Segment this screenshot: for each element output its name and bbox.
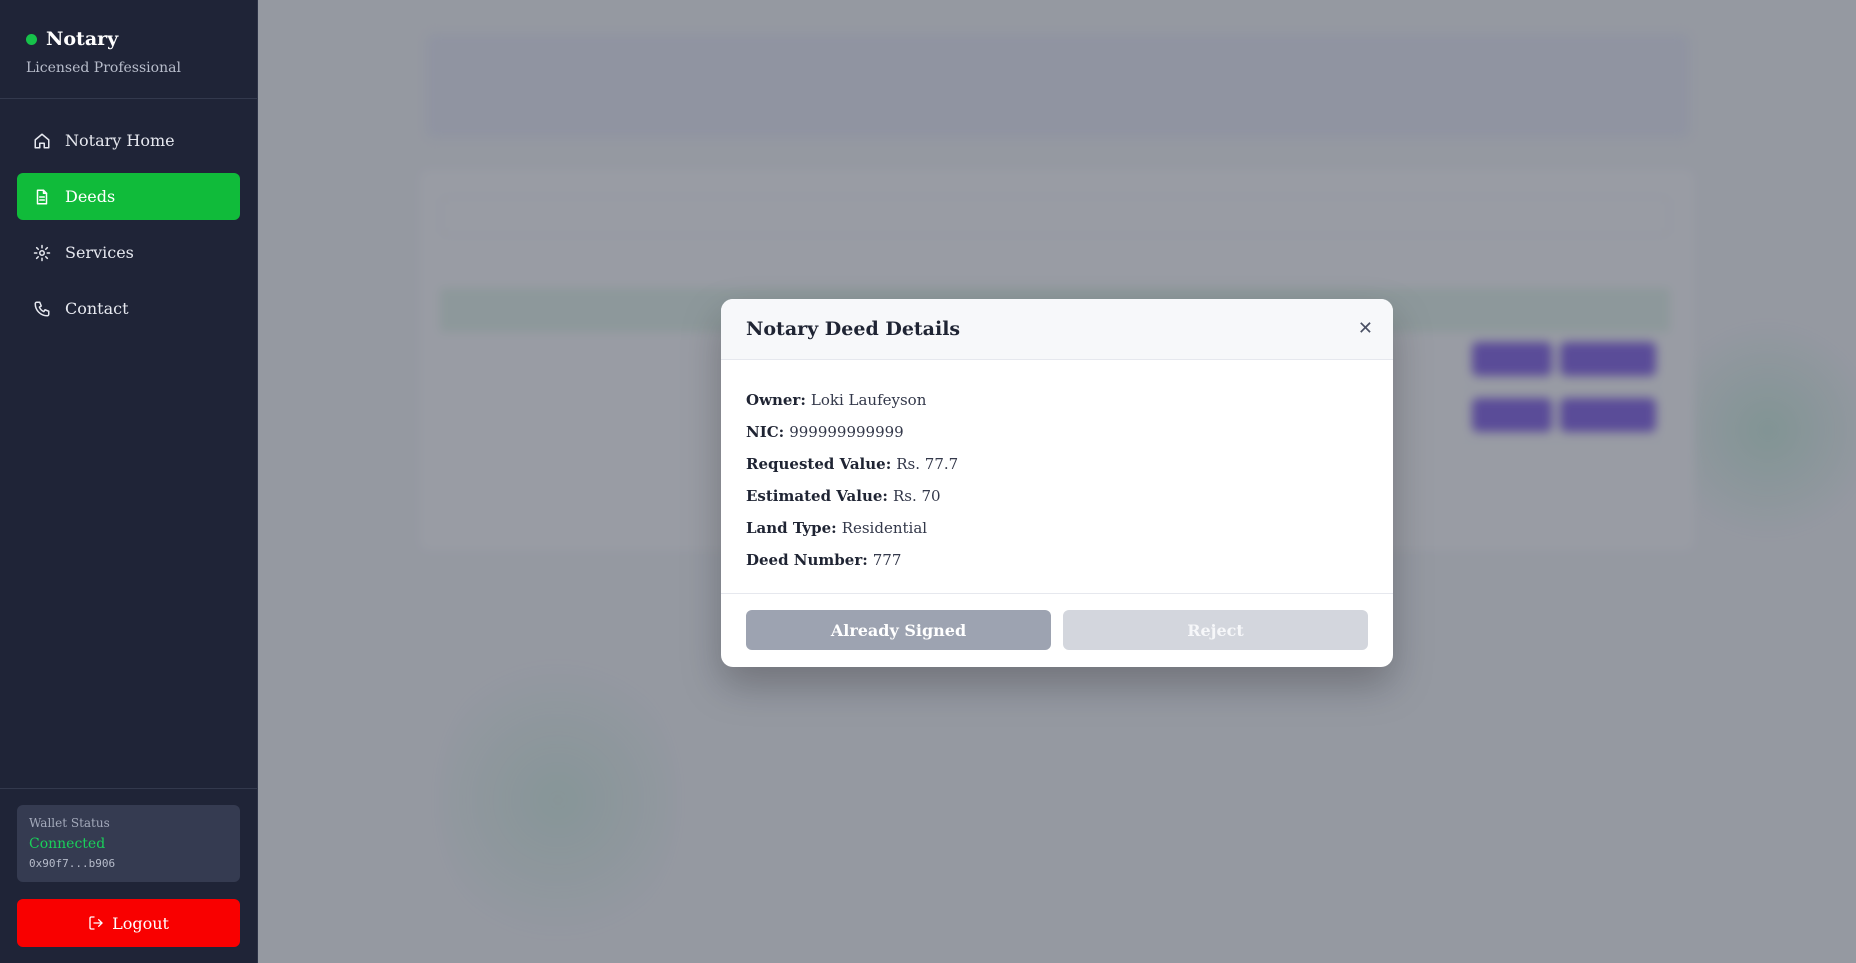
wallet-connection-status: Connected: [29, 836, 106, 852]
field-label: Deed Number:: [746, 551, 868, 569]
close-icon[interactable]: ✕: [1358, 320, 1373, 338]
home-icon: [34, 133, 50, 148]
field-value: 999999999999: [789, 423, 904, 441]
requested-value-field: Requested Value: Rs. 77.7: [746, 448, 1368, 480]
field-label: Owner:: [746, 391, 806, 409]
phone-icon: [34, 301, 50, 316]
sidebar-item-deeds[interactable]: Deeds: [17, 173, 240, 220]
field-value: Loki Laufeyson: [810, 391, 927, 409]
brand-subtitle: Licensed Professional: [26, 60, 181, 76]
sidebar-item-label: Deeds: [65, 187, 116, 206]
gear-icon: [33, 244, 51, 261]
field-value: Rs. 70: [892, 487, 941, 505]
reject-button[interactable]: Reject: [1063, 610, 1368, 650]
sidebar-item-label: Notary Home: [65, 131, 175, 150]
brand: Notary Licensed Professional: [0, 0, 257, 99]
land-type-field: Land Type: Residential: [746, 512, 1368, 544]
sidebar-item-label: Contact: [65, 299, 129, 318]
modal-header: Notary Deed Details ✕: [721, 299, 1393, 360]
field-value: Rs. 77.7: [896, 455, 959, 473]
online-status-dot: [26, 33, 37, 45]
sidebar: Notary Licensed Professional Notary Home…: [0, 0, 258, 963]
owner-field: Owner: Loki Laufeyson: [746, 384, 1368, 416]
field-label: NIC:: [746, 423, 785, 441]
estimated-value-field: Estimated Value: Rs. 70: [746, 480, 1368, 512]
deed-number-field: Deed Number: 777: [746, 544, 1368, 576]
brand-name: Notary: [46, 28, 119, 50]
field-value: Residential: [841, 519, 928, 537]
sidebar-item-notary-home[interactable]: Notary Home: [17, 117, 240, 164]
logout-button[interactable]: Logout: [17, 899, 240, 947]
document-icon: [36, 189, 48, 204]
logout-icon: [89, 916, 103, 930]
sidebar-nav: Notary Home Deeds Services Contact: [0, 99, 257, 332]
already-signed-button[interactable]: Already Signed: [746, 610, 1051, 650]
sidebar-item-contact[interactable]: Contact: [17, 285, 240, 332]
wallet-address: 0x90f7...b906: [29, 857, 116, 870]
field-label: Land Type:: [746, 519, 837, 537]
sidebar-footer: Wallet Status Connected 0x90f7...b906 Lo…: [0, 788, 257, 963]
field-value: 777: [872, 551, 902, 569]
field-label: Requested Value:: [746, 455, 892, 473]
nic-field: NIC: 999999999999: [746, 416, 1368, 448]
logout-label: Logout: [112, 913, 169, 933]
modal-title: Notary Deed Details: [746, 318, 961, 340]
sidebar-item-label: Services: [65, 243, 134, 262]
wallet-status-label: Wallet Status: [29, 816, 110, 830]
field-label: Estimated Value:: [746, 487, 888, 505]
deed-details-modal: Notary Deed Details ✕ Owner: Loki Laufey…: [721, 299, 1393, 667]
modal-footer: Already Signed Reject: [721, 593, 1393, 667]
sidebar-item-services[interactable]: Services: [17, 229, 240, 276]
wallet-status-card: Wallet Status Connected 0x90f7...b906: [17, 805, 240, 882]
modal-body: Owner: Loki Laufeyson NIC: 999999999999 …: [721, 360, 1393, 588]
